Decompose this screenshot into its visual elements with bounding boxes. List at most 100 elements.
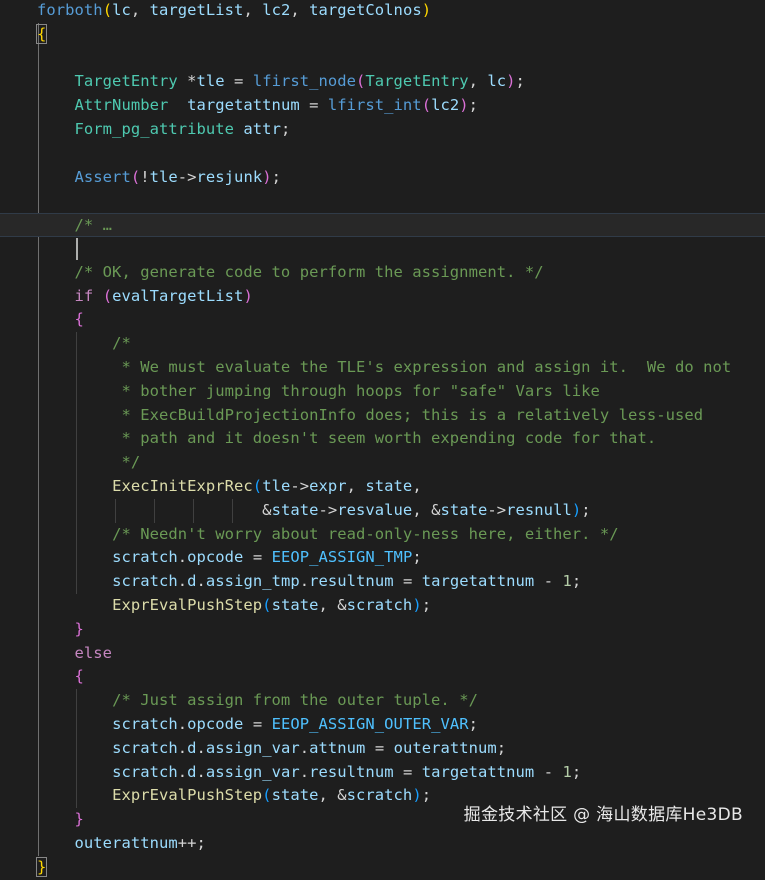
code-token: EEOP_ASSIGN_OUTER_VAR bbox=[271, 715, 469, 733]
code-line[interactable]: forboth(lc, targetList, lc2, targetColno… bbox=[0, 0, 765, 23]
code-token: ( bbox=[356, 72, 366, 91]
code-line[interactable] bbox=[0, 47, 765, 71]
code-line-text: Assert(!tle->resjunk); bbox=[37, 166, 281, 190]
code-line[interactable]: { bbox=[0, 23, 765, 47]
code-editor[interactable]: forboth(lc, targetList, lc2, targetColno… bbox=[0, 0, 765, 877]
code-token: , & bbox=[318, 596, 347, 614]
code-token: . bbox=[177, 762, 188, 781]
code-line[interactable]: else bbox=[0, 642, 765, 666]
code-token: . bbox=[177, 548, 188, 567]
code-token: . bbox=[177, 715, 188, 733]
code-line[interactable]: scratch.d.assign_var.resultnum = targeta… bbox=[0, 761, 765, 785]
code-line-text: scratch.opcode = EEOP_ASSIGN_OUTER_VAR; bbox=[37, 713, 478, 737]
code-line[interactable]: scratch.opcode = EEOP_ASSIGN_TMP; bbox=[0, 546, 765, 570]
code-token: evalTargetList bbox=[112, 286, 244, 305]
code-line[interactable]: ExprEvalPushStep(state, &scratch); bbox=[0, 594, 765, 618]
code-token: , & bbox=[318, 786, 347, 805]
code-line[interactable]: outerattnum++; bbox=[0, 832, 765, 856]
code-line[interactable] bbox=[0, 142, 765, 166]
code-line[interactable]: scratch.d.assign_var.attnum = outerattnu… bbox=[0, 737, 765, 761]
code-token: } bbox=[74, 619, 84, 638]
code-token: attr bbox=[243, 120, 281, 138]
code-line[interactable]: ExecInitExprRec(tle->expr, state, bbox=[0, 475, 765, 499]
code-line[interactable] bbox=[0, 189, 765, 213]
code-line[interactable]: } bbox=[0, 618, 765, 642]
code-line-text: ExprEvalPushStep(state, &scratch); bbox=[37, 784, 431, 808]
code-token: ; bbox=[468, 96, 479, 115]
code-token: , bbox=[346, 477, 366, 495]
code-line-text: scratch.opcode = EEOP_ASSIGN_TMP; bbox=[37, 546, 422, 570]
code-token: -> bbox=[487, 500, 507, 519]
code-token: * bother jumping through hoops for "safe… bbox=[112, 381, 600, 400]
code-line[interactable]: scratch.opcode = EEOP_ASSIGN_OUTER_VAR; bbox=[0, 713, 765, 737]
code-token: /* Just assign from the outer tuple. */ bbox=[112, 691, 478, 710]
code-line[interactable]: * ExecBuildProjectionInfo does; this is … bbox=[0, 404, 765, 428]
code-line[interactable] bbox=[0, 237, 765, 261]
code-token: targetattnum bbox=[187, 96, 300, 115]
code-line[interactable]: &state->resvalue, &state->resnull); bbox=[0, 499, 765, 523]
code-line-text: } bbox=[35, 856, 48, 880]
code-token: tle bbox=[149, 167, 178, 186]
code-token: d bbox=[187, 572, 197, 591]
code-token: , bbox=[468, 72, 488, 91]
code-line[interactable]: AttrNumber targetattnum = lfirst_int(lc2… bbox=[0, 94, 765, 118]
code-line[interactable]: /* … bbox=[0, 213, 765, 237]
code-token: ++; bbox=[177, 834, 206, 852]
code-line[interactable]: /* OK, generate code to perform the assi… bbox=[0, 261, 765, 285]
code-token: tle bbox=[262, 477, 291, 495]
code-token: , & bbox=[412, 500, 441, 519]
code-line[interactable]: /* Just assign from the outer tuple. */ bbox=[0, 689, 765, 713]
code-token: . bbox=[196, 762, 206, 781]
code-token: … bbox=[93, 216, 113, 235]
code-line[interactable]: */ bbox=[0, 451, 765, 475]
code-token: = bbox=[243, 715, 272, 733]
code-line-text: ExecInitExprRec(tle->expr, state, bbox=[37, 475, 422, 499]
code-line[interactable]: /* Needn't worry about read-only-ness he… bbox=[0, 523, 765, 547]
code-token: resjunk bbox=[196, 167, 263, 186]
code-token: state bbox=[271, 500, 319, 519]
code-token: /* Needn't worry about read-only-ness he… bbox=[112, 524, 619, 543]
code-token: lfirst_node bbox=[252, 72, 357, 91]
code-line[interactable]: * path and it doesn't seem worth expendi… bbox=[0, 427, 765, 451]
code-line[interactable]: * bother jumping through hoops for "safe… bbox=[0, 380, 765, 404]
code-line[interactable]: Form_pg_attribute attr; bbox=[0, 118, 765, 142]
code-token: lc2 bbox=[262, 1, 291, 19]
code-token: lc bbox=[112, 1, 131, 19]
code-token: ) bbox=[412, 786, 422, 805]
code-line-text: } bbox=[37, 618, 84, 642]
code-line[interactable]: { bbox=[0, 665, 765, 689]
code-token: else bbox=[74, 643, 113, 662]
code-line[interactable]: scratch.d.assign_tmp.resultnum = targeta… bbox=[0, 570, 765, 594]
code-line[interactable]: { bbox=[0, 308, 765, 332]
code-line[interactable]: } bbox=[0, 856, 765, 880]
code-line[interactable]: * We must evaluate the TLE's expression … bbox=[0, 356, 765, 380]
code-token: lc bbox=[487, 72, 507, 91]
code-token: . bbox=[299, 762, 310, 781]
code-token: } bbox=[35, 856, 48, 877]
code-line[interactable]: TargetEntry *tle = lfirst_node(TargetEnt… bbox=[0, 70, 765, 94]
code-line[interactable]: /* bbox=[0, 332, 765, 356]
code-line[interactable]: Assert(!tle->resjunk); bbox=[0, 166, 765, 190]
code-line[interactable]: if (evalTargetList) bbox=[0, 285, 765, 309]
code-token: -> bbox=[290, 477, 310, 495]
code-token: targetList bbox=[149, 1, 244, 19]
code-token: ExprEvalPushStep bbox=[112, 596, 263, 614]
code-token: ; bbox=[496, 738, 507, 757]
code-token: = bbox=[365, 738, 394, 757]
code-token: ; bbox=[515, 72, 525, 91]
code-token: ExecInitExprRec bbox=[112, 477, 253, 495]
code-token: = bbox=[393, 762, 422, 781]
